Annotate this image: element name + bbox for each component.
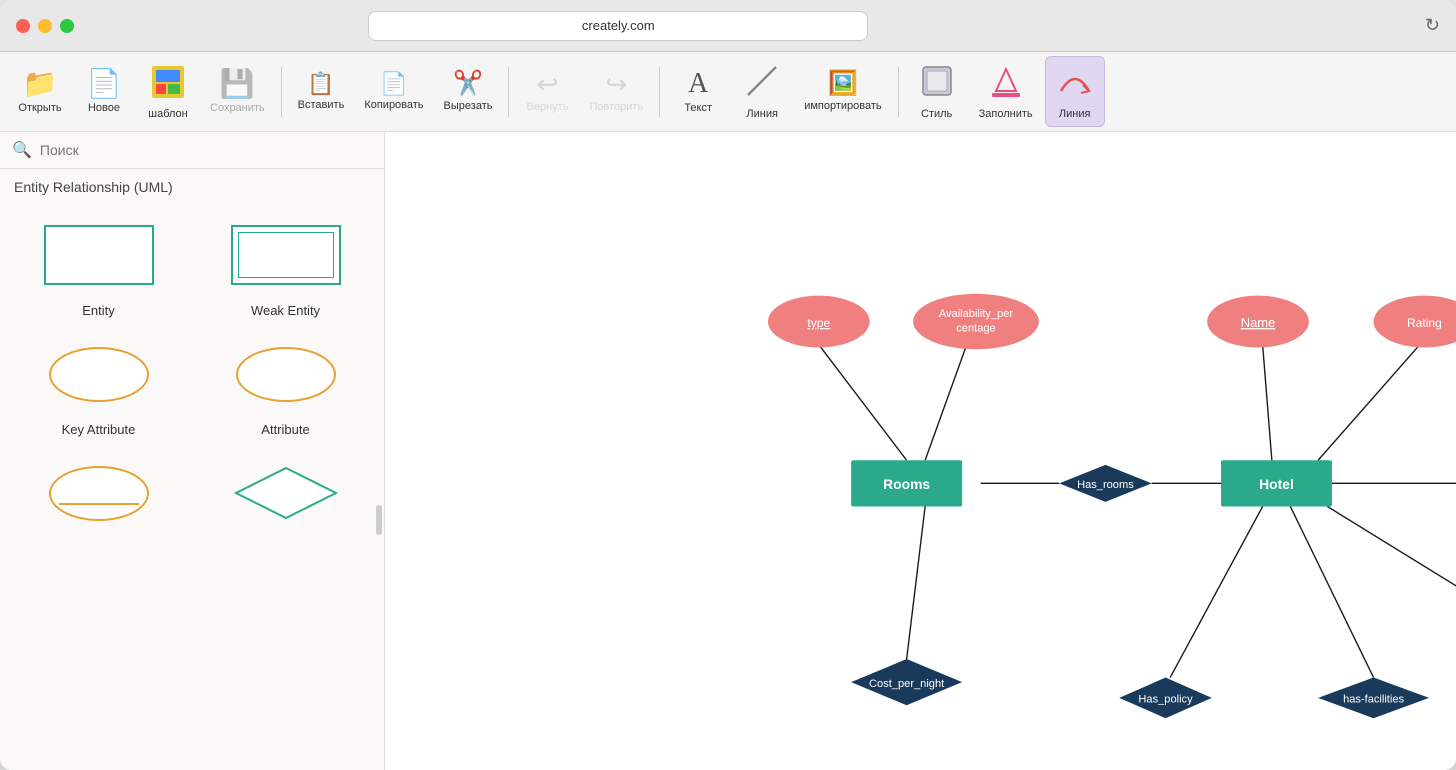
separator-1 [281, 67, 282, 117]
app-window: creately.com ↻ 📁 Открыть 📄 Новое шаблон [0, 0, 1456, 770]
shape-weak-entity[interactable]: Weak Entity [197, 215, 374, 318]
save-button[interactable]: 💾 Сохранить [202, 64, 273, 120]
insert-label: Вставить [298, 99, 345, 111]
weak-entity-label: Weak Entity [251, 303, 320, 318]
attr-preview [221, 334, 351, 414]
address-bar[interactable]: creately.com [368, 11, 868, 41]
separator-4 [898, 67, 899, 117]
search-icon: 🔍 [12, 140, 32, 160]
template-icon [150, 64, 186, 104]
open-button[interactable]: 📁 Открыть [10, 64, 70, 120]
svg-text:type: type [807, 316, 830, 330]
redo-button[interactable]: ↪ Повторить [581, 65, 651, 119]
svg-text:Rating: Rating [1407, 316, 1442, 330]
reload-button[interactable]: ↻ [1425, 15, 1440, 36]
new-icon: 📄 [87, 70, 122, 98]
category-title: Entity Relationship (UML) [0, 169, 384, 205]
text-icon: A [688, 70, 708, 98]
folder-icon: 📁 [23, 70, 58, 98]
save-label: Сохранить [210, 102, 265, 114]
url-text: creately.com [582, 18, 655, 33]
svg-text:Availability_per: Availability_per [939, 308, 1014, 320]
shape-key-attr-dashed[interactable] [10, 453, 187, 533]
toolbar: 📁 Открыть 📄 Новое шаблон 💾 Сохранить [0, 52, 1456, 132]
separator-3 [659, 67, 660, 117]
fill-icon [988, 63, 1024, 104]
traffic-lights [16, 19, 74, 33]
shape-diamond[interactable] [197, 453, 374, 533]
copy-label: Копировать [364, 99, 423, 111]
key-attr-preview [34, 334, 164, 414]
svg-text:centage: centage [956, 323, 995, 335]
entity-label: Entity [82, 303, 115, 318]
sidebar: 🔍 Entity Relationship (UML) Entity [0, 132, 385, 770]
maximize-button[interactable] [60, 19, 74, 33]
import-icon: 🖼️ [828, 72, 858, 96]
line-label: Линия [746, 108, 778, 120]
svg-text:has-facilities: has-facilities [1343, 694, 1404, 706]
insert-icon: 📋 [307, 73, 334, 95]
shape-palette: Entity Weak Entity [0, 205, 384, 543]
shape-key-attribute[interactable]: Key Attribute [10, 334, 187, 437]
new-button[interactable]: 📄 Новое [74, 64, 134, 120]
insert-button[interactable]: 📋 Вставить [290, 67, 353, 117]
template-label: шаблон [148, 108, 187, 120]
close-button[interactable] [16, 19, 30, 33]
scissors-icon: ✂️ [453, 72, 483, 96]
template-button[interactable]: шаблон [138, 58, 198, 126]
redo-icon: ↪ [605, 71, 627, 97]
undo-label: Вернуть [527, 101, 569, 113]
separator-2 [508, 67, 509, 117]
linestyle-button[interactable]: Линия [1045, 56, 1105, 127]
line-button[interactable]: Линия [732, 57, 792, 126]
key-attr-label: Key Attribute [62, 422, 136, 437]
minimize-button[interactable] [38, 19, 52, 33]
attr-label: Attribute [261, 422, 309, 437]
svg-text:Has_rooms: Has_rooms [1077, 479, 1134, 491]
style-icon [919, 63, 955, 104]
fill-button[interactable]: Заполнить [971, 57, 1041, 126]
svg-text:Cost_per_night: Cost_per_night [869, 678, 944, 690]
linestyle-icon [1057, 63, 1093, 104]
style-label: Стиль [921, 108, 952, 120]
cut-label: Вырезать [444, 100, 493, 112]
entity-preview [34, 215, 164, 295]
svg-text:Has_policy: Has_policy [1138, 694, 1193, 706]
key-attr-dashed-preview [34, 453, 164, 533]
import-button[interactable]: 🖼️ импортировать [796, 66, 889, 118]
node-availability[interactable] [913, 294, 1039, 349]
open-label: Открыть [18, 102, 61, 114]
linestyle-label: Линия [1059, 108, 1091, 120]
svg-text:Rooms: Rooms [883, 476, 930, 492]
import-label: импортировать [804, 100, 881, 112]
style-button[interactable]: Стиль [907, 57, 967, 126]
undo-button[interactable]: ↩ Вернуть [517, 65, 577, 119]
diamond-preview [221, 453, 351, 533]
line-icon [744, 63, 780, 104]
main-area: 🔍 Entity Relationship (UML) Entity [0, 132, 1456, 770]
copy-icon: 📄 [380, 73, 407, 95]
cut-button[interactable]: ✂️ Вырезать [436, 66, 501, 118]
copy-button[interactable]: 📄 Копировать [356, 67, 431, 117]
svg-text:Hotel: Hotel [1259, 476, 1294, 492]
sidebar-scrollbar[interactable] [376, 505, 382, 535]
search-input[interactable] [40, 142, 372, 158]
undo-icon: ↩ [537, 71, 559, 97]
diagram-canvas[interactable]: Rooms Has_rooms Hotel is_at type Availab… [385, 132, 1456, 770]
fill-label: Заполнить [979, 108, 1033, 120]
title-bar: creately.com ↻ [0, 0, 1456, 52]
new-label: Новое [88, 102, 120, 114]
text-label: Текст [684, 102, 712, 114]
redo-label: Повторить [589, 101, 643, 113]
save-icon: 💾 [220, 70, 255, 98]
search-bar: 🔍 [0, 132, 384, 169]
shape-attribute[interactable]: Attribute [197, 334, 374, 437]
weak-entity-preview [221, 215, 351, 295]
svg-text:Name: Name [1241, 315, 1276, 330]
text-button[interactable]: A Текст [668, 64, 728, 120]
diagram-svg: Rooms Has_rooms Hotel is_at type Availab… [385, 132, 1456, 770]
shape-entity[interactable]: Entity [10, 215, 187, 318]
